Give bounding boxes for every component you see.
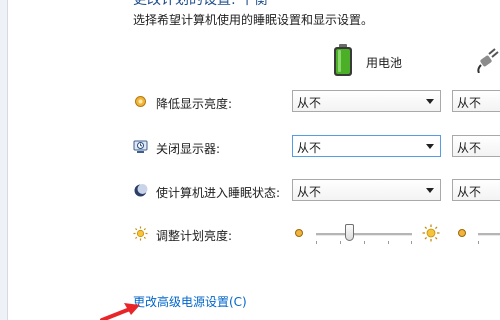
chevron-down-icon bbox=[426, 144, 434, 149]
red-arrow-annotation bbox=[100, 303, 140, 320]
brightness-label: 调整计划亮度: bbox=[156, 229, 233, 243]
sun-large-icon bbox=[422, 224, 440, 242]
turn-off-display-plugged-select[interactable]: 从不 bbox=[452, 135, 500, 157]
turn-off-display-label: 关闭显示器: bbox=[156, 142, 221, 156]
slider-track bbox=[316, 233, 412, 236]
select-value: 从不 bbox=[297, 96, 322, 110]
dim-display-label: 降低显示亮度: bbox=[156, 97, 233, 111]
row-turn-off-display: 关闭显示器: 从不 从不 bbox=[0, 134, 500, 160]
row-sleep: 使计算机进入睡眠状态: 从不 从不 bbox=[0, 178, 500, 204]
select-value: 从不 bbox=[297, 141, 322, 155]
sleep-battery-select[interactable]: 从不 bbox=[292, 179, 441, 201]
sun-small-icon bbox=[295, 229, 303, 237]
chevron-down-icon bbox=[426, 99, 434, 104]
select-value: 从不 bbox=[457, 141, 482, 155]
dim-display-icon bbox=[135, 96, 146, 107]
sleep-moon-icon bbox=[134, 184, 148, 197]
dim-display-plugged-select[interactable]: 从不 bbox=[452, 90, 500, 112]
window-left-edge bbox=[0, 0, 8, 320]
advanced-power-settings-link[interactable]: 更改高级电源设置(C) bbox=[133, 293, 247, 310]
row-brightness: 调整计划亮度: bbox=[0, 221, 500, 247]
slider-tick bbox=[364, 241, 365, 244]
row-dim-display: 降低显示亮度: 从不 从不 bbox=[0, 89, 500, 115]
chevron-down-icon bbox=[426, 188, 434, 193]
sun-small-icon bbox=[458, 229, 466, 237]
battery-column-label: 用电池 bbox=[366, 56, 403, 70]
select-value: 从不 bbox=[297, 185, 322, 199]
slider-thumb[interactable] bbox=[345, 224, 354, 241]
plug-icon bbox=[477, 48, 499, 73]
slider-tick bbox=[316, 241, 317, 244]
plan-subtitle: 选择希望计算机使用的睡眠设置和显示设置。 bbox=[133, 13, 374, 27]
slider-tick bbox=[411, 241, 412, 244]
slider-track bbox=[478, 233, 500, 236]
select-value: 从不 bbox=[457, 96, 482, 110]
slider-tick bbox=[478, 241, 479, 244]
display-off-icon bbox=[133, 140, 148, 153]
dim-display-battery-select[interactable]: 从不 bbox=[292, 90, 441, 112]
battery-icon bbox=[334, 44, 352, 76]
brightness-plugged-slider[interactable] bbox=[478, 221, 500, 247]
slider-tick bbox=[388, 241, 389, 244]
sleep-label: 使计算机进入睡眠状态: bbox=[156, 186, 281, 200]
turn-off-display-battery-select[interactable]: 从不 bbox=[292, 135, 441, 157]
brightness-battery-slider[interactable] bbox=[316, 221, 412, 247]
select-value: 从不 bbox=[457, 185, 482, 199]
column-header-battery: 用电池 bbox=[330, 43, 420, 79]
slider-tick bbox=[340, 241, 341, 244]
brightness-sun-icon bbox=[133, 226, 148, 241]
plan-title: 更改计划的设置: 平衡 bbox=[133, 0, 269, 8]
sleep-plugged-select[interactable]: 从不 bbox=[452, 179, 500, 201]
